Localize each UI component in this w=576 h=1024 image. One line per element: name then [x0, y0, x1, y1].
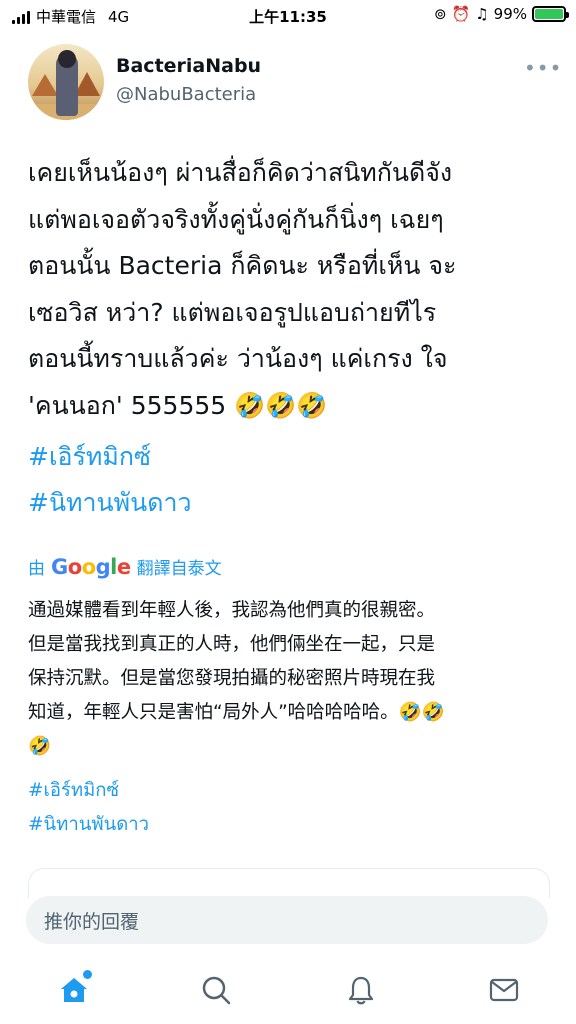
author-handle[interactable]: @NabuBacteria [116, 84, 256, 105]
tweet-line: เคยเห็นน้องๆ ผ่านสื่อก็คิดว่าสนิทกันดีจั… [28, 158, 453, 187]
avatar[interactable] [28, 44, 104, 120]
translation-suffix: 翻譯自泰文 [136, 559, 222, 579]
search-icon [202, 976, 231, 1005]
translation-line: 保持沉默。但是當您發現拍攝的秘密照片時現在我 [28, 668, 436, 689]
tweet-line: แต่พอเจอตัวจริงทั้งคู่นั่งคู่กันก็นิ่งๆ … [28, 204, 444, 234]
tweet-line: 'คนนอก' 555555 🤣🤣🤣 [28, 390, 328, 420]
orientation-lock-icon: ⊚ [433, 5, 447, 23]
tweet-text: เคยเห็นน้องๆ ผ่านสื่อก็คิดว่าสนิทกันดีจั… [28, 150, 558, 429]
notifications-icon [348, 976, 374, 1005]
hashtag-link[interactable]: #นิทานพันดาว [28, 480, 192, 526]
home-new-dot [83, 970, 92, 979]
tweet-hashtags: #เอิร์ทมิกซ์ #นิทานพันดาว [28, 434, 192, 526]
tab-bar [0, 956, 576, 1024]
hashtag-link[interactable]: #เอิร์ทมิกซ์ [28, 434, 192, 480]
reply-placeholder: 推你的回覆 [44, 910, 140, 933]
translated-text: 通過媒體看到年輕人後，我認為他們真的很親密。 但是當我找到真正的人時，他們倆坐在… [28, 594, 558, 764]
more-icon[interactable]: ••• [524, 56, 562, 80]
translation-prefix: 由 [28, 559, 45, 579]
quoted-card-edge [28, 868, 550, 898]
author-display-name[interactable]: BacteriaNabu [116, 55, 261, 77]
translation-line: 通過媒體看到年輕人後，我認為他們真的很親密。 [28, 600, 436, 621]
status-bar: 中華電信 4G 上午11:35 ⊚ ⏰ ♫ 99% [0, 0, 576, 32]
translation-line: 知道，年輕人只是害怕“局外人”哈哈哈哈哈。🤣🤣 [28, 702, 445, 723]
tweet-line: ตอนนี้ทราบแล้วค่ะ ว่าน้องๆ แค่เกรง ใจ [28, 344, 448, 373]
headphones-icon: ♫ [475, 5, 489, 23]
translation-hashtags: #เอิร์ทมิกซ์ #นิทานพันดาว [28, 774, 149, 842]
tweet-line: ตอนนั้น Bacteria ก็คิดนะ หรือที่เห็น จะ [28, 251, 457, 280]
notifications-tab[interactable] [341, 970, 381, 1010]
translation-line: 但是當我找到真正的人時，他們倆坐在一起，只是 [28, 634, 436, 655]
translation-attribution[interactable]: 由 Google 翻譯自泰文 [28, 554, 222, 580]
translation-line: 🤣 [28, 736, 52, 757]
tweet-line: เซอวิส หว่า? แต่พอเจอรูปแอบถ่ายทีไร [28, 297, 437, 327]
home-tab[interactable] [54, 970, 94, 1010]
google-logo: Google [51, 554, 131, 579]
hashtag-link[interactable]: #เอิร์ทมิกซ์ [28, 774, 149, 808]
alarm-icon: ⏰ [451, 5, 471, 23]
battery-icon [532, 6, 569, 22]
messages-icon [489, 978, 519, 1002]
battery-percent: 99% [493, 5, 527, 23]
reply-input[interactable]: 推你的回覆 [26, 896, 548, 944]
hashtag-link[interactable]: #นิทานพันดาว [28, 808, 149, 842]
status-right: ⊚ ⏰ ♫ 99% [433, 5, 569, 23]
search-tab[interactable] [196, 970, 236, 1010]
messages-tab[interactable] [484, 970, 524, 1010]
